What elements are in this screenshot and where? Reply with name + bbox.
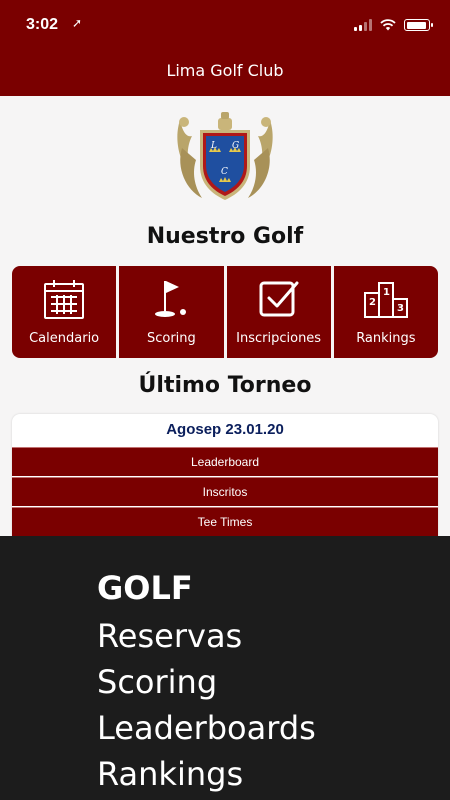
svg-text:3: 3 [397,303,404,314]
location-icon: ➚ [72,16,83,30]
calendar-icon [44,280,85,319]
promo-line-leaderboards: Leaderboards [97,709,316,747]
promo-line-rankings: Rankings [97,755,244,793]
promo-overlay: GOLF Reservas Scoring Leaderboards Ranki… [0,536,450,800]
section-title-last-tournament: Último Torneo [138,373,312,398]
section-title-our-golf: Nuestro Golf [146,224,304,249]
crest-letter-l: L [210,141,217,151]
status-time: 3:02 [26,16,59,33]
signal-icon [354,19,372,31]
promo-line-reservas: Reservas [97,617,243,655]
menu-label-calendario: Calendario [29,331,100,346]
checkbox-icon [259,281,299,317]
menu-tile-inscripciones[interactable]: Inscripciones [226,266,331,358]
status-icons [354,19,433,31]
menu-tile-rankings[interactable]: 1 2 3 Rankings [333,266,438,358]
menu-label-scoring: Scoring [146,331,196,346]
menu-tile-calendario[interactable]: Calendario [12,266,117,358]
wifi-icon [380,19,396,31]
nav-bar: Lima Golf Club [0,50,450,96]
promo-line-scoring: Scoring [97,663,218,701]
menu-label-inscripciones: Inscripciones [236,331,322,346]
inscritos-button[interactable]: Inscritos [12,477,438,506]
svg-text:1: 1 [383,287,390,298]
golf-flag-icon [155,281,187,317]
promo-heading: GOLF [97,569,193,607]
menu-label-rankings: Rankings [356,331,416,346]
club-crest-logo: L G C [177,112,273,200]
crest-letter-c: C [221,167,228,177]
menu-tile-scoring[interactable]: Scoring [119,266,224,358]
podium-icon: 1 2 3 [363,282,408,318]
battery-icon [404,19,433,31]
crest-letter-g: G [232,141,239,151]
menu-grid: Calendario Scoring Inscripciones 1 2 3 R… [12,266,438,358]
tournament-card: Agosep 23.01.20 Leaderboard Inscritos Te… [12,414,438,544]
leaderboard-button[interactable]: Leaderboard [12,447,438,476]
svg-text:2: 2 [369,297,376,308]
status-bar: 3:02 ➚ [0,0,450,50]
tee-times-button[interactable]: Tee Times [12,507,438,536]
tournament-name: Agosep 23.01.20 [166,421,284,438]
app-title: Lima Golf Club [166,61,284,80]
